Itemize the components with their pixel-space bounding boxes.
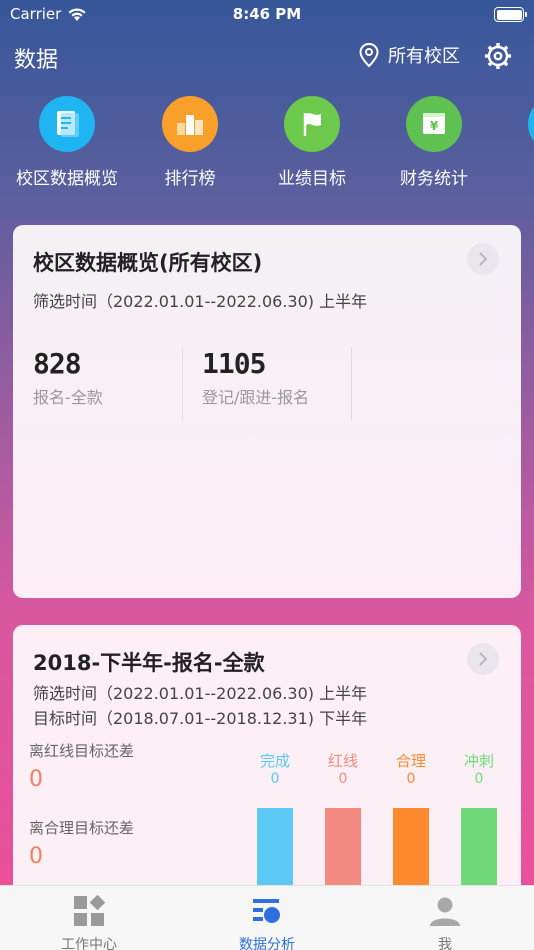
podium-icon [162, 96, 218, 152]
gap-reasonable-label: 离合理目标还差 [29, 819, 135, 837]
bar-value: 0 [338, 771, 348, 787]
target-time: 目标时间（2018.07.01--2018.12.31) 下半年 [33, 709, 368, 728]
campus-label: 所有校区 [388, 46, 460, 67]
analytics-icon [253, 899, 280, 923]
user-icon [430, 897, 460, 926]
menu-label: 排行榜 [164, 169, 216, 189]
target-detail-button[interactable] [467, 643, 499, 675]
menu-label: 业绩目标 [278, 169, 346, 189]
bar-name: 冲刺 [463, 752, 494, 770]
location-pin-icon [359, 42, 379, 68]
filter-time: 筛选时间（2022.01.01--2022.06.30) 上半年 [33, 292, 368, 311]
quick-menu: 校区数据概览 排行榜 业绩目标 ¥ 财务统计 [0, 96, 534, 196]
bar-name: 红线 [327, 752, 358, 770]
gap-red-label: 离红线目标还差 [29, 742, 135, 760]
menu-item-personnel[interactable]: 人 [495, 96, 534, 189]
bar-name: 完成 [259, 752, 290, 770]
divider [351, 347, 352, 421]
menu-item-performance-target[interactable]: 业绩目标 [251, 96, 373, 189]
bar-name: 合理 [395, 752, 426, 770]
card-title: 校区数据概览(所有校区) [33, 251, 263, 275]
bar-value: 0 [406, 771, 416, 787]
gear-icon[interactable] [484, 42, 512, 70]
stat-register-followup: 1105 登记/跟进-报名 [202, 347, 309, 421]
stat-value: 1105 [202, 347, 266, 380]
menu-label: 财务统计 [400, 169, 468, 189]
divider [182, 347, 183, 421]
page-title: 数据 [14, 48, 59, 73]
tab-label: 工作中心 [61, 937, 117, 950]
campus-selector[interactable]: 所有校区 [358, 40, 460, 70]
person-icon [528, 96, 534, 152]
battery-icon [494, 7, 527, 22]
overview-card[interactable]: 校区数据概览(所有校区) 筛选时间（2022.01.01--2022.06.30… [13, 225, 521, 598]
tab-label: 数据分析 [239, 937, 295, 950]
tab-data-analysis[interactable]: 数据分析 [178, 886, 356, 950]
gap-red-value: 0 [29, 767, 43, 792]
bar-value: 0 [474, 771, 484, 787]
menu-label: 人 [495, 164, 534, 189]
stat-label: 登记/跟进-报名 [202, 388, 310, 407]
card-title: 2018-下半年-报名-全款 [33, 651, 265, 675]
stat-enroll-full: 828 报名-全款 [33, 347, 103, 421]
gap-reasonable-value: 0 [29, 844, 43, 869]
document-icon [39, 96, 95, 152]
tab-bar: 工作中心 数据分析 我 [0, 885, 534, 950]
status-bar: Carrier 8:46 PM [0, 0, 534, 30]
menu-label: 校区数据概览 [16, 169, 118, 189]
overview-detail-button[interactable] [467, 243, 499, 275]
flag-icon [284, 96, 340, 152]
tab-me[interactable]: 我 [356, 886, 534, 950]
chevron-right-icon [479, 652, 488, 666]
menu-item-finance[interactable]: ¥ 财务统计 [373, 96, 495, 189]
grid-icon [74, 894, 106, 926]
stat-value: 828 [33, 347, 82, 380]
target-card[interactable]: 2018-下半年-报名-全款 筛选时间（2022.01.01--2022.06.… [13, 625, 521, 925]
stat-label: 报名-全款 [33, 388, 103, 407]
tab-work-center[interactable]: 工作中心 [0, 886, 178, 950]
filter-time: 筛选时间（2022.01.01--2022.06.30) 上半年 [33, 684, 368, 703]
svg-text:¥: ¥ [430, 119, 439, 133]
clock: 8:46 PM [232, 5, 302, 23]
yen-icon: ¥ [406, 96, 462, 152]
menu-item-campus-overview[interactable]: 校区数据概览 [6, 96, 128, 189]
bar-value: 0 [270, 771, 280, 787]
tab-label: 我 [438, 937, 452, 950]
menu-item-ranking[interactable]: 排行榜 [129, 96, 251, 189]
chevron-right-icon [479, 252, 488, 266]
